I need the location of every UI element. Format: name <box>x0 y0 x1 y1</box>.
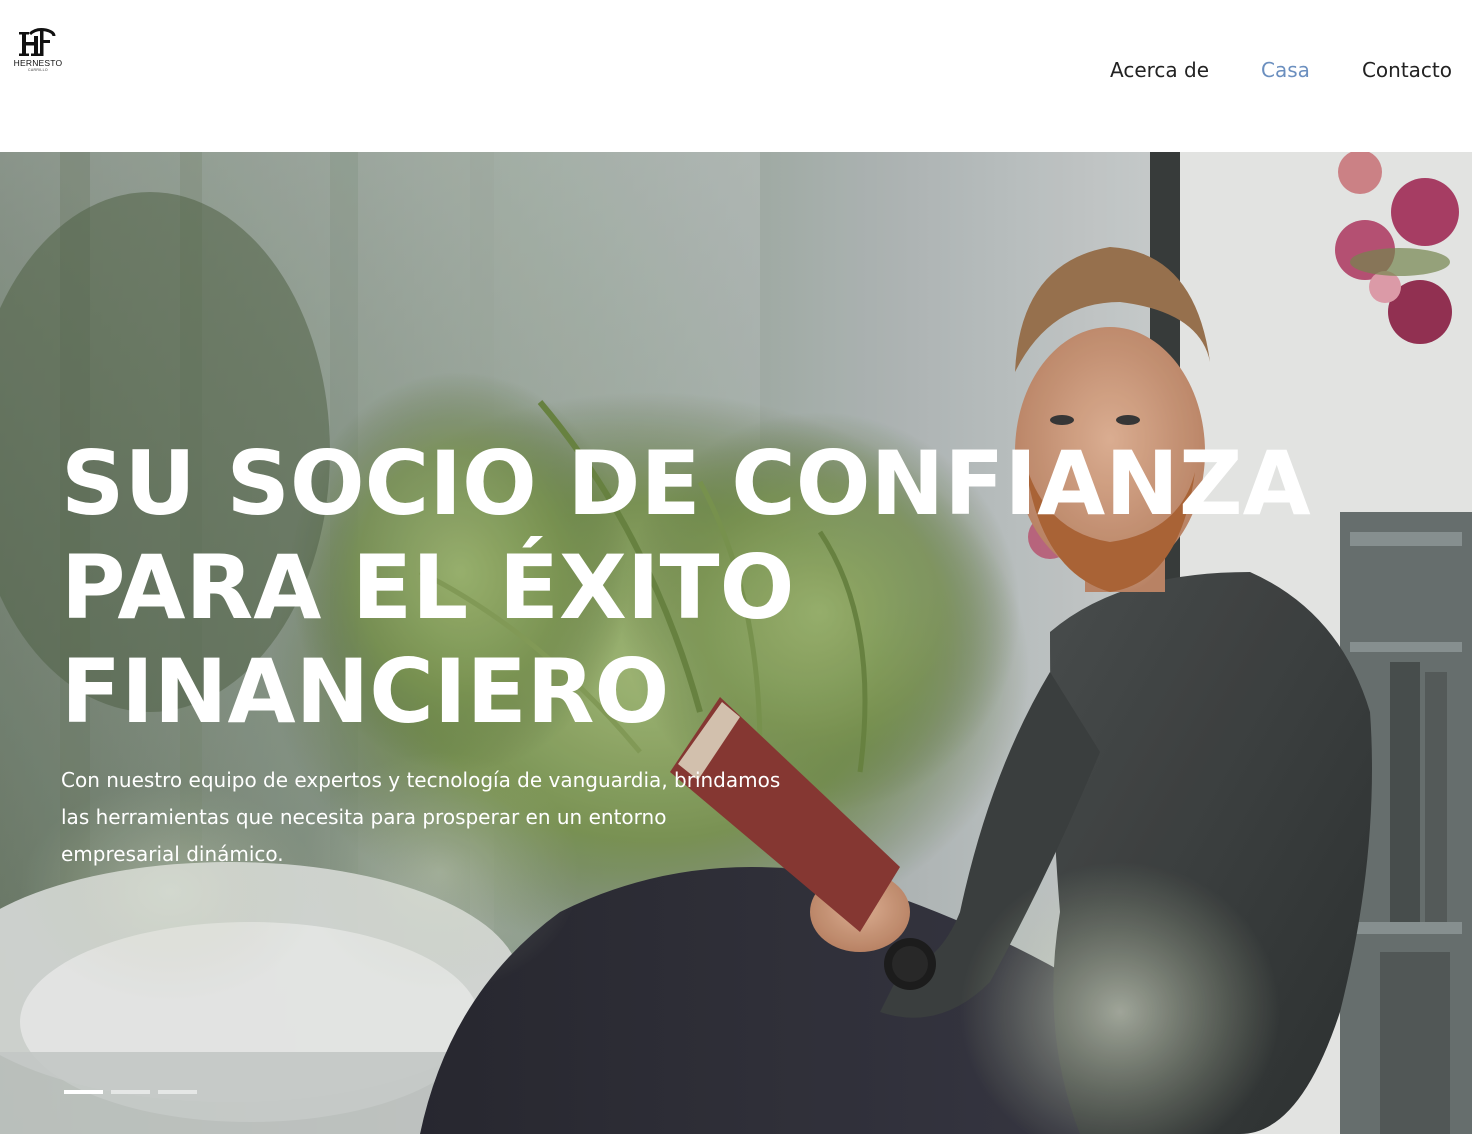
site-header: HERNESTO CARRILLO Acerca de Casa Contact… <box>0 0 1472 152</box>
brand-logo[interactable]: HERNESTO CARRILLO <box>14 26 62 78</box>
nav-item-home[interactable]: Casa <box>1261 58 1310 82</box>
main-nav: Acerca de Casa Contacto <box>1058 58 1452 82</box>
slider-indicator-1[interactable] <box>64 1090 103 1094</box>
hero-title-line-1: SU SOCIO DE CONFIANZA <box>61 432 1311 535</box>
nav-item-contact[interactable]: Contacto <box>1362 58 1452 82</box>
brand-name: HERNESTO <box>13 58 63 68</box>
hero-title: SU SOCIO DE CONFIANZA PARA EL ÉXITO FINA… <box>61 432 1361 744</box>
slider-indicators <box>64 1090 205 1094</box>
hero-title-line-2: PARA EL ÉXITO <box>61 536 795 639</box>
slider-indicator-2[interactable] <box>111 1090 150 1094</box>
brand-subname: CARRILLO <box>28 68 48 72</box>
slider-indicator-3[interactable] <box>158 1090 197 1094</box>
hero-slider: SU SOCIO DE CONFIANZA PARA EL ÉXITO FINA… <box>0 152 1472 1134</box>
logo-mark-icon <box>19 28 56 56</box>
hero-subtitle: Con nuestro equipo de expertos y tecnolo… <box>61 768 781 866</box>
nav-item-about[interactable]: Acerca de <box>1110 58 1209 82</box>
hero-title-line-3: FINANCIERO <box>61 640 670 743</box>
